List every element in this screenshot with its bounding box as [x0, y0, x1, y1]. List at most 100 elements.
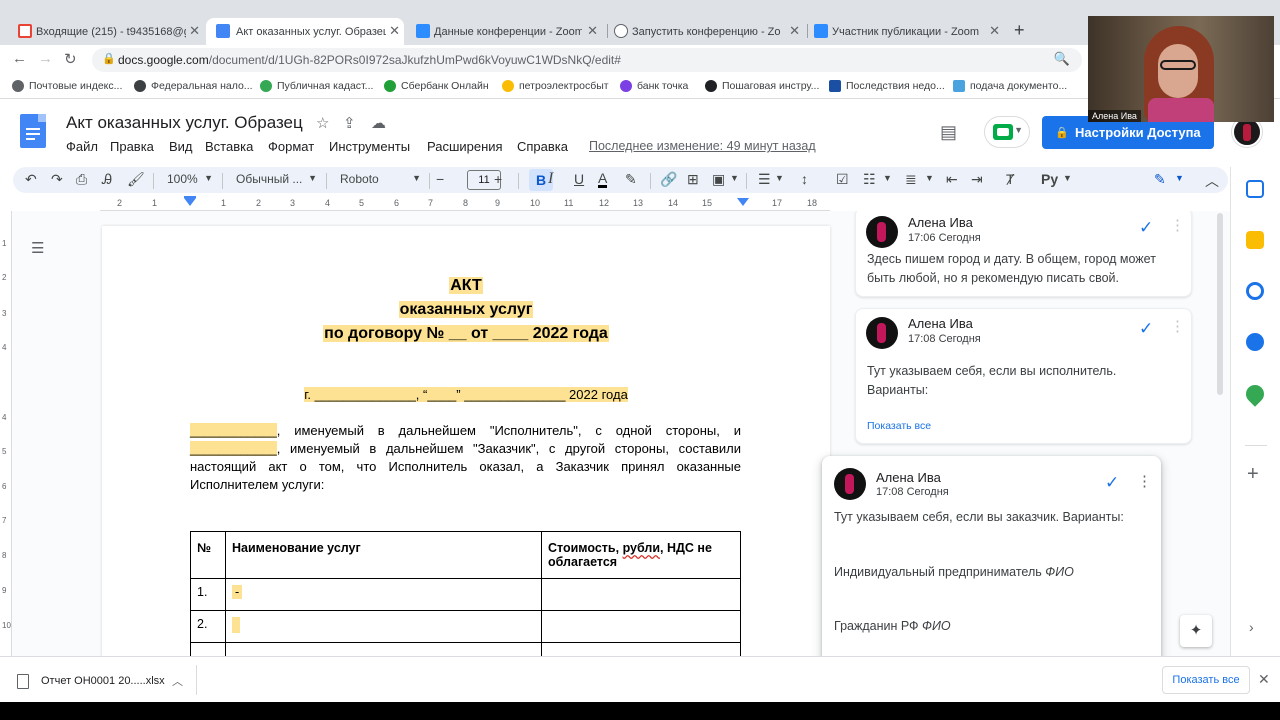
table-cell[interactable]: - — [225, 578, 542, 611]
chevron-right-icon[interactable]: › — [1249, 619, 1254, 635]
more-options-icon[interactable]: ⋮ — [1170, 317, 1185, 335]
close-icon[interactable]: ✕ — [989, 23, 1000, 39]
keep-icon[interactable] — [1246, 231, 1264, 249]
docs-logo-icon[interactable] — [20, 114, 46, 148]
print-icon[interactable]: ⎙ — [76, 171, 87, 188]
link-icon[interactable]: 🔗 — [660, 171, 677, 188]
chevron-down-icon[interactable]: ▼ — [730, 173, 739, 183]
tab-gmail[interactable]: Входящие (215) - t9435168@gm ✕ — [18, 18, 204, 45]
meet-button[interactable]: ▼ — [984, 116, 1030, 148]
bookmark-item[interactable]: Последствия недо... — [829, 80, 945, 92]
paint-format-icon[interactable]: 🖌 — [127, 171, 145, 188]
bookmark-item[interactable]: Почтовые индекс... — [12, 80, 122, 92]
document-title[interactable]: Акт оказанных услуг. Образец — [66, 113, 303, 133]
add-addon-icon[interactable]: + — [1247, 463, 1259, 486]
chevron-down-icon[interactable]: ▼ — [1175, 173, 1184, 183]
bookmark-item[interactable]: петроэлектросбыт — [502, 80, 609, 92]
close-icon[interactable]: ✕ — [189, 23, 200, 39]
menu-tools[interactable]: Инструменты — [329, 139, 410, 154]
decrease-indent-icon[interactable]: ⇤ — [946, 171, 958, 188]
table-header-cell[interactable]: Стоимость, рубли, НДС не облагается — [541, 531, 741, 579]
zoom-magnifier-icon[interactable]: 🔍 — [1054, 51, 1070, 67]
style-select[interactable]: Обычный ... ▼ — [236, 172, 317, 186]
table-cell[interactable] — [541, 610, 741, 643]
resolve-check-icon[interactable]: ✓ — [1139, 218, 1153, 238]
clear-formatting-icon[interactable]: Ⱦ — [1006, 171, 1015, 187]
chevron-down-icon[interactable]: ▼ — [775, 173, 784, 183]
bookmark-item[interactable]: Публичная кадаст... — [260, 80, 373, 92]
menu-extensions[interactable]: Расширения — [427, 139, 503, 154]
table-header-cell[interactable]: № — [190, 531, 226, 579]
bookmark-item[interactable]: Федеральная нало... — [134, 80, 253, 92]
menu-edit[interactable]: Правка — [110, 139, 154, 154]
menu-view[interactable]: Вид — [169, 139, 193, 154]
font-select[interactable]: Roboto ▼ — [340, 172, 421, 186]
show-all-downloads-button[interactable]: Показать все — [1162, 666, 1250, 694]
tasks-icon[interactable] — [1246, 282, 1264, 300]
bookmark-item[interactable]: подача документо... — [953, 80, 1067, 92]
star-icon[interactable]: ☆ — [316, 114, 329, 132]
horizontal-ruler[interactable]: 2 1 1 2 3 4 5 6 7 8 9 10 11 12 13 14 15 … — [100, 196, 830, 211]
comment-card[interactable]: Алена Ива 17:06 Сегодня ✓ ⋮ Здесь пишем … — [855, 211, 1192, 297]
zoom-select[interactable]: 100% ▼ — [167, 172, 213, 186]
chevron-down-icon[interactable]: ▼ — [1063, 173, 1072, 183]
tab-zoom-start[interactable]: Запустить конференцию - Zoom ✕ — [614, 18, 804, 45]
menu-format[interactable]: Формат — [268, 139, 314, 154]
show-all-link[interactable]: Показать все — [867, 420, 931, 432]
bookmark-item[interactable]: Сбербанк Онлайн — [384, 80, 489, 92]
close-icon[interactable]: ✕ — [1258, 671, 1270, 688]
align-left-icon[interactable]: ☰ — [758, 171, 771, 188]
move-folder-icon[interactable]: ⇪ — [343, 114, 356, 132]
add-comment-icon[interactable]: ⊞ — [687, 171, 699, 188]
more-options-icon[interactable]: ⋮ — [1137, 472, 1152, 490]
spellcheck-word[interactable]: рубли — [623, 541, 660, 555]
left-indent-handle[interactable] — [184, 198, 196, 206]
maps-icon[interactable] — [1242, 381, 1268, 407]
close-icon[interactable]: ✕ — [789, 23, 800, 39]
chevron-down-icon[interactable]: ▼ — [925, 173, 934, 183]
right-indent-handle[interactable] — [737, 198, 749, 206]
highlight-color-icon[interactable]: ✎ — [625, 171, 637, 188]
bulleted-list-icon[interactable]: ☷ — [863, 171, 876, 188]
line-spacing-icon[interactable]: ↕ — [801, 171, 808, 187]
tab-zoom-data[interactable]: Данные конференции - Zoom ✕ — [416, 18, 602, 45]
tab-zoom-participant[interactable]: Участник публикации - Zoom ✕ — [814, 18, 1004, 45]
redo-icon[interactable]: ↷ — [51, 171, 63, 188]
document-outline-icon[interactable]: ☰ — [31, 239, 44, 257]
spellcheck-icon[interactable]: Ꭿ — [102, 171, 112, 188]
close-icon[interactable]: ✕ — [389, 23, 400, 39]
url-input[interactable]: 🔒 docs.google.com/document/d/1UGh-82PORs… — [92, 48, 1082, 72]
insert-image-icon[interactable]: ▣ — [712, 171, 725, 188]
forward-arrow-icon[interactable]: → — [38, 50, 53, 67]
bookmark-item[interactable]: банк точка — [620, 80, 688, 92]
new-tab-button[interactable]: + — [1014, 20, 1025, 41]
table-cell[interactable]: 2. — [190, 610, 226, 643]
undo-icon[interactable]: ↶ — [25, 171, 37, 188]
table-cell[interactable] — [541, 642, 741, 656]
tab-docs[interactable]: Акт оказанных услуг. Образец ✕ — [206, 18, 404, 45]
table-cell[interactable] — [225, 610, 542, 643]
table-cell[interactable] — [225, 642, 542, 656]
table-cell[interactable]: 1. — [190, 578, 226, 611]
comment-card[interactable]: Алена Ива 17:08 Сегодня ✓ ⋮ Тут указывае… — [855, 308, 1192, 444]
input-tools-icon[interactable]: Pу — [1041, 171, 1058, 187]
chevron-up-icon[interactable]: ︿ — [172, 673, 183, 689]
menu-file[interactable]: Файл — [66, 139, 98, 154]
bookmark-item[interactable]: Пошаговая инстру... — [705, 80, 819, 92]
text-color-button[interactable]: A — [598, 171, 608, 188]
resolve-check-icon[interactable]: ✓ — [1139, 319, 1153, 339]
contacts-icon[interactable] — [1246, 333, 1264, 351]
calendar-icon[interactable] — [1246, 180, 1264, 198]
hide-menus-icon[interactable]: ︿ — [1205, 171, 1219, 191]
font-size-decrease-icon[interactable]: − — [436, 171, 444, 187]
underline-button[interactable]: U — [574, 171, 584, 187]
table-cell[interactable] — [190, 642, 226, 656]
editing-mode-icon[interactable]: ✎ — [1154, 171, 1166, 188]
vertical-ruler[interactable]: 1 2 3 4 4 5 6 7 8 9 10 — [0, 211, 12, 656]
table-cell[interactable] — [541, 578, 741, 611]
document-canvas[interactable]: 1 2 3 4 4 5 6 7 8 9 10 ☰ АКТ оказанных у… — [0, 211, 1230, 656]
numbered-list-icon[interactable]: ≣ — [905, 171, 917, 188]
italic-button[interactable]: I — [548, 170, 553, 188]
close-icon[interactable]: ✕ — [587, 23, 598, 39]
vertical-scrollbar[interactable] — [1217, 213, 1223, 395]
